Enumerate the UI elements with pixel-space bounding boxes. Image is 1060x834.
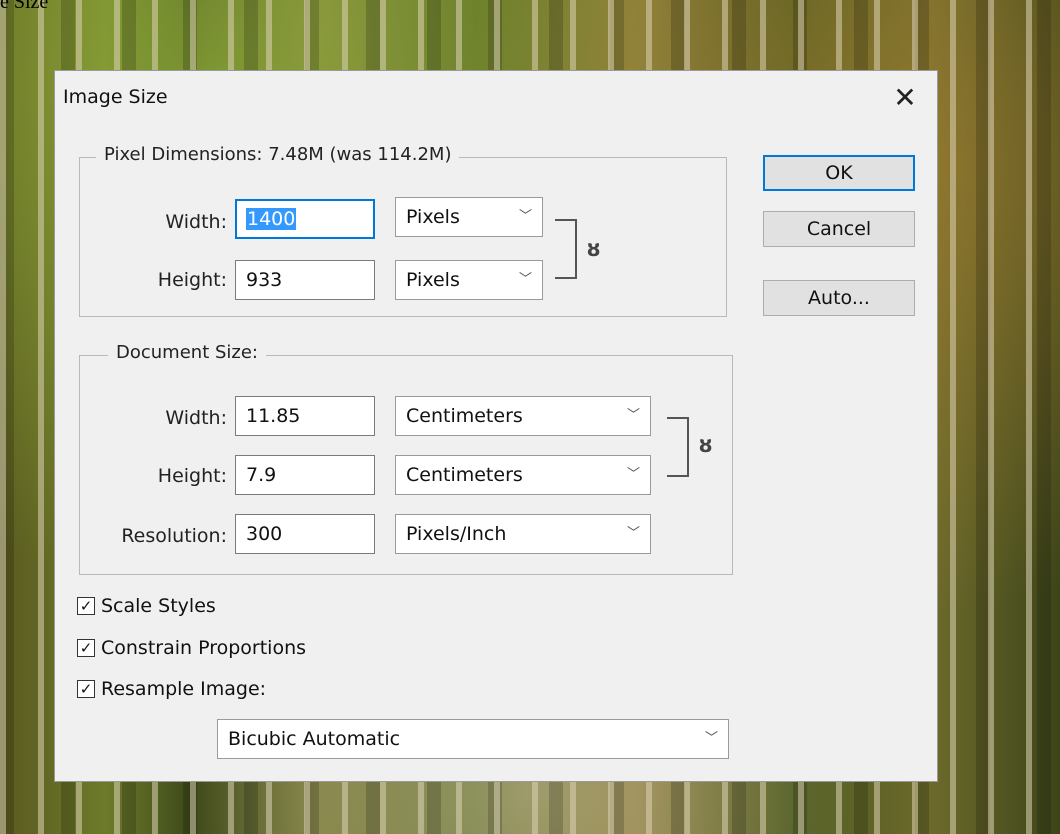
pixel-width-input[interactable]: 1400: [235, 199, 375, 239]
doc-width-unit-value: Centimeters: [406, 405, 523, 427]
resample-method-select[interactable]: Bicubic Automatic ﹀: [217, 719, 729, 759]
resolution-unit-select[interactable]: Pixels/Inch ﹀: [395, 514, 651, 554]
chevron-down-icon: ﹀: [518, 272, 532, 287]
pixel-height-unit-select[interactable]: Pixels ﹀: [395, 260, 543, 300]
scale-styles-label: Scale Styles: [101, 595, 216, 617]
ok-button[interactable]: OK: [763, 155, 915, 191]
resample-image-label: Resample Image:: [101, 678, 267, 700]
doc-height-value: 7.9: [246, 464, 277, 486]
link-chain-icon: ȣ: [699, 433, 713, 457]
doc-width-value: 11.85: [246, 405, 301, 427]
scale-styles-checkbox[interactable]: ✓: [77, 597, 95, 615]
chevron-down-icon: ﹀: [518, 209, 532, 224]
chevron-down-icon: ﹀: [626, 467, 640, 482]
background-caption: e Size: [0, 0, 49, 13]
doc-width-label: Width:: [165, 407, 227, 429]
doc-height-label: Height:: [157, 465, 227, 487]
resample-image-option[interactable]: ✓ Resample Image:: [77, 678, 266, 700]
doc-height-input[interactable]: 7.9: [235, 455, 375, 495]
resample-image-checkbox[interactable]: ✓: [77, 680, 95, 698]
resolution-label: Resolution:: [121, 525, 227, 547]
constrain-proportions-option[interactable]: ✓ Constrain Proportions: [77, 637, 306, 659]
constrain-proportions-label: Constrain Proportions: [101, 637, 307, 659]
resample-method-value: Bicubic Automatic: [228, 728, 401, 750]
doc-link-bracket: [667, 417, 689, 477]
pixel-height-unit-value: Pixels: [406, 269, 460, 291]
resolution-value: 300: [246, 523, 283, 545]
doc-height-unit-select[interactable]: Centimeters ﹀: [395, 455, 651, 495]
link-chain-icon: ȣ: [587, 237, 601, 261]
pixel-width-unit-value: Pixels: [406, 206, 460, 228]
resolution-input[interactable]: 300: [235, 514, 375, 554]
pixel-dimensions-title: Pixel Dimensions: 7.48M (was 114.2M): [96, 144, 460, 165]
dialog-title: Image Size: [63, 86, 168, 108]
doc-height-unit-value: Centimeters: [406, 464, 523, 486]
document-size-title: Document Size:: [108, 342, 266, 363]
pixel-width-value: 1400: [246, 208, 297, 230]
chevron-down-icon: ﹀: [704, 731, 718, 746]
resolution-unit-value: Pixels/Inch: [406, 523, 507, 545]
constrain-proportions-checkbox[interactable]: ✓: [77, 639, 95, 657]
scale-styles-option[interactable]: ✓ Scale Styles: [77, 595, 216, 617]
pixel-height-input[interactable]: 933: [235, 260, 375, 300]
chevron-down-icon: ﹀: [626, 526, 640, 541]
pixel-width-label: Width:: [165, 211, 227, 233]
pixel-width-unit-select[interactable]: Pixels ﹀: [395, 197, 543, 237]
pixel-height-value: 933: [246, 269, 283, 291]
auto-button[interactable]: Auto...: [763, 280, 915, 316]
doc-width-input[interactable]: 11.85: [235, 396, 375, 436]
pixel-height-label: Height:: [157, 269, 227, 291]
doc-width-unit-select[interactable]: Centimeters ﹀: [395, 396, 651, 436]
image-size-dialog: Image Size ✕ Pixel Dimensions: 7.48M (wa…: [54, 70, 938, 782]
close-icon[interactable]: ✕: [887, 80, 923, 114]
chevron-down-icon: ﹀: [626, 408, 640, 423]
cancel-button[interactable]: Cancel: [763, 211, 915, 247]
pixel-link-bracket: [555, 219, 577, 279]
